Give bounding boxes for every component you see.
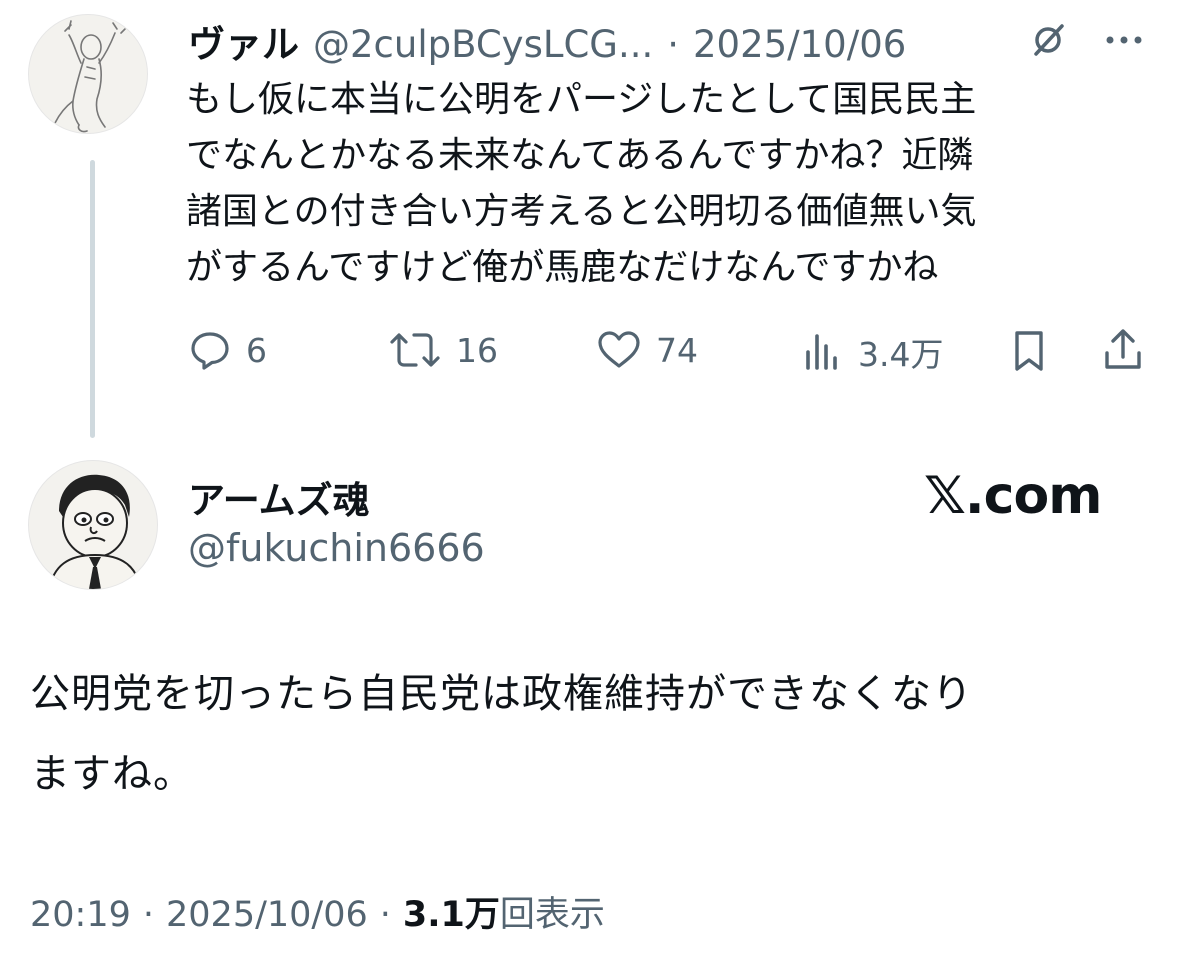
views-label: 回表示	[499, 895, 605, 935]
reply-text-line: 諸国との付き合い方考えると公明切る価値無い気	[186, 191, 977, 232]
like-count: 74	[656, 330, 698, 370]
tweet-footer: 20:19 · 2025/10/06 · 3.1万回表示	[30, 886, 605, 937]
grok-icon[interactable]	[1026, 20, 1070, 60]
bookmark-button[interactable]	[1006, 328, 1052, 374]
tweet-time[interactable]: 20:19	[30, 895, 131, 935]
like-icon	[598, 331, 640, 368]
x-com-logo: 𝕏.com	[924, 466, 1102, 526]
thread-connector-line	[90, 160, 95, 438]
reply-button[interactable]: 6	[188, 328, 267, 372]
tweet-views[interactable]: 3.1万回表示	[403, 886, 605, 937]
reply-text: もし仮に本当に公明をパージしたとして国民民主 でなんとかなる未来なんてあるんです…	[186, 72, 1126, 296]
main-text: 公明党を切ったら自民党は政権維持ができなくなり ますね。	[30, 654, 1140, 814]
more-icon[interactable]	[1100, 22, 1148, 58]
cartoon-man-avatar-image	[48, 474, 142, 589]
main-text-line: 公明党を切ったら自民党は政権維持ができなくなり	[30, 671, 973, 717]
reply-text-line: もし仮に本当に公明をパージしたとして国民民主	[186, 79, 977, 120]
main-display-name[interactable]: アームズ魂	[188, 470, 370, 524]
reply-count: 6	[246, 330, 267, 370]
reply-icon	[191, 332, 229, 370]
main-handle[interactable]: @fukuchin6666	[188, 526, 485, 570]
repost-button[interactable]: 16	[388, 328, 498, 372]
tweet-date[interactable]: 2025/10/06	[166, 895, 368, 935]
share-icon	[1105, 329, 1141, 369]
reply-text-line: でなんとかなる未来なんてあるんですかね？近隣	[186, 135, 974, 176]
bookmark-icon	[1015, 331, 1043, 371]
share-button[interactable]	[1098, 326, 1148, 374]
views-number: 3.1万	[402, 895, 500, 935]
footer-separator: ·	[379, 895, 391, 935]
views-icon	[806, 334, 837, 370]
like-button[interactable]: 74	[596, 328, 698, 372]
repost-icon	[390, 333, 440, 367]
reply-date[interactable]: 2025/10/06	[693, 23, 906, 66]
views-count: 3.4万	[858, 335, 944, 374]
reply-display-name[interactable]: ヴァル	[188, 14, 299, 68]
footer-separator: ·	[142, 895, 155, 935]
reply-header: ヴァル @2culpBCysLCG... · 2025/10/06	[188, 14, 906, 68]
views-button[interactable]: 3.4万	[802, 328, 943, 376]
sketch-figure-avatar-image	[54, 20, 126, 133]
avatar-reply-user[interactable]	[28, 14, 148, 134]
reply-text-line: がするんですけど俺が馬鹿なだけなんですかね	[186, 247, 939, 288]
main-text-line: ますね。	[30, 751, 194, 797]
reply-handle[interactable]: @2culpBCysLCG...	[313, 23, 653, 66]
meta-separator: ·	[667, 23, 680, 66]
repost-count: 16	[456, 330, 498, 370]
avatar-main-user[interactable]	[28, 460, 158, 590]
